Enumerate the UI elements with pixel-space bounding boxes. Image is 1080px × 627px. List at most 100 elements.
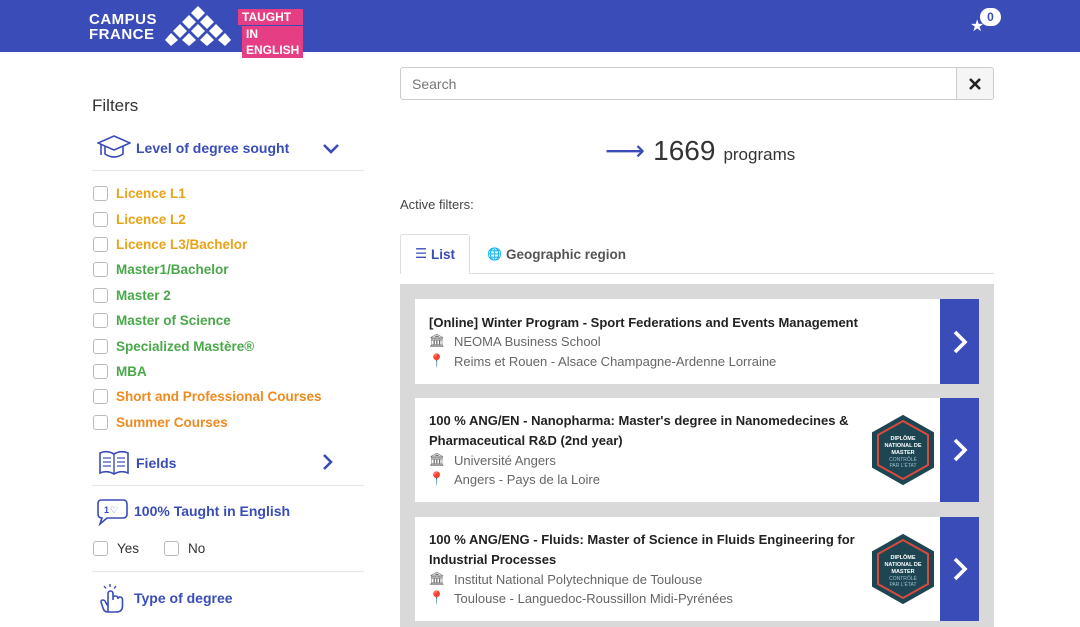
taught-in-english-tag: TAUGHT IN ENGLISH bbox=[238, 9, 304, 58]
level-option-label: Licence L2 bbox=[116, 211, 186, 227]
level-option-label: Master 2 bbox=[116, 287, 171, 303]
program-count: ⟶ 1669 programs bbox=[605, 134, 795, 167]
active-filters-label: Active filters: bbox=[400, 197, 474, 212]
map-marker-icon: 📍 bbox=[428, 471, 446, 486]
filter-type-degree-header[interactable]: Type of degree bbox=[94, 582, 233, 614]
divider bbox=[92, 571, 364, 572]
program-card[interactable]: 100 % ANG/EN - Nanopharma: Master's degr… bbox=[415, 398, 941, 502]
chevron-right-icon bbox=[953, 557, 968, 581]
filter-level-label: Level of degree sought bbox=[136, 140, 290, 156]
program-card[interactable]: [Online] Winter Program - Sport Federati… bbox=[415, 299, 941, 384]
master-degree-badge-icon: DIPLÔME NATIONAL DE MASTER CONTRÔLÉ PAR … bbox=[872, 533, 934, 605]
level-checkbox[interactable] bbox=[93, 389, 108, 405]
clear-search-button[interactable] bbox=[956, 67, 994, 100]
level-checkbox[interactable] bbox=[93, 211, 108, 227]
open-program-button[interactable] bbox=[940, 299, 979, 384]
svg-text:DIPLÔME: DIPLÔME bbox=[890, 553, 915, 561]
graduation-cap-icon bbox=[96, 132, 132, 164]
top-navbar: CAMPUS FRANCE TAUGHT IN ENGLISH ★ 0 bbox=[0, 0, 1080, 58]
no-label: No bbox=[188, 541, 206, 556]
open-program-button[interactable] bbox=[940, 517, 979, 621]
program-location: 📍 Toulouse - Languedoc-Roussillon Midi-P… bbox=[428, 590, 733, 606]
map-marker-icon: 📍 bbox=[428, 353, 446, 368]
program-title[interactable]: 100 % ANG/ENG - Fluids: Master of Scienc… bbox=[429, 530, 869, 569]
level-option[interactable]: Short and Professional Courses bbox=[93, 384, 322, 409]
tab-geo-label: Geographic region bbox=[505, 246, 626, 262]
level-option[interactable]: Specialized Mastère® bbox=[93, 333, 322, 358]
list-icon: ☰ bbox=[414, 246, 428, 261]
filter-level-header[interactable]: Level of degree sought bbox=[96, 132, 289, 164]
level-option-label: Licence L3/Bachelor bbox=[116, 236, 248, 252]
level-checkbox[interactable] bbox=[93, 262, 108, 278]
divider bbox=[92, 485, 364, 486]
chevron-right-icon bbox=[953, 438, 968, 462]
level-option-label: Summer Courses bbox=[116, 414, 228, 430]
filter-fields-header[interactable]: Fields bbox=[96, 447, 176, 479]
program-school: 🏛 Université Angers bbox=[428, 452, 556, 468]
level-checkbox[interactable] bbox=[93, 414, 108, 430]
institution-icon: 🏛 bbox=[428, 452, 446, 467]
search-input[interactable] bbox=[400, 67, 957, 100]
level-checkbox[interactable] bbox=[93, 186, 108, 202]
english-yes-no-options: Yes No bbox=[93, 541, 205, 556]
arrow-right-icon: ⟶ bbox=[605, 135, 646, 166]
chevron-right-icon[interactable] bbox=[318, 452, 338, 472]
no-checkbox[interactable] bbox=[164, 541, 180, 556]
globe-icon: 🌐 bbox=[487, 247, 502, 261]
level-option-label: Licence L1 bbox=[116, 186, 186, 202]
program-school: 🏛 NEOMA Business School bbox=[428, 333, 601, 349]
program-count-number: 1669 bbox=[653, 135, 716, 166]
level-option[interactable]: Licence L2 bbox=[93, 206, 322, 231]
level-option[interactable]: Master1/Bachelor bbox=[93, 257, 322, 282]
view-tabs: ☰ List 🌐 Geographic region bbox=[400, 234, 994, 274]
level-option-label: Specialized Mastère® bbox=[116, 338, 255, 354]
tab-list[interactable]: ☰ List bbox=[400, 234, 470, 274]
level-checkbox[interactable] bbox=[93, 236, 108, 252]
svg-text:NATIONAL DE: NATIONAL DE bbox=[884, 562, 921, 568]
tab-geographic-region[interactable]: 🌐 Geographic region bbox=[487, 234, 626, 274]
program-title[interactable]: [Online] Winter Program - Sport Federati… bbox=[429, 313, 869, 333]
book-icon bbox=[96, 447, 132, 479]
svg-text:NATIONAL DE: NATIONAL DE bbox=[884, 443, 921, 449]
program-title[interactable]: 100 % ANG/EN - Nanopharma: Master's degr… bbox=[429, 411, 869, 450]
level-option[interactable]: Licence L3/Bachelor bbox=[93, 232, 322, 257]
yes-checkbox[interactable] bbox=[93, 541, 108, 556]
level-checkbox[interactable] bbox=[93, 338, 108, 354]
level-option-label: Master of Science bbox=[116, 313, 231, 329]
level-option[interactable]: MBA bbox=[93, 359, 322, 384]
map-marker-icon: 📍 bbox=[428, 590, 446, 605]
level-checkbox[interactable] bbox=[93, 363, 108, 379]
level-checkbox[interactable] bbox=[93, 287, 108, 303]
favorites-button[interactable]: ★ 0 bbox=[968, 8, 1004, 40]
svg-text:PAR L'ÉTAT: PAR L'ÉTAT bbox=[889, 462, 916, 469]
logo-diamond-icon bbox=[165, 6, 231, 46]
institution-icon: 🏛 bbox=[428, 571, 446, 586]
svg-text:1: 1 bbox=[104, 505, 109, 515]
level-option[interactable]: Summer Courses bbox=[93, 410, 322, 435]
level-checkbox[interactable] bbox=[93, 313, 108, 329]
svg-text:PAR L'ÉTAT: PAR L'ÉTAT bbox=[889, 581, 916, 588]
divider bbox=[92, 170, 364, 171]
level-option[interactable]: Master of Science bbox=[93, 308, 322, 333]
level-option[interactable]: Licence L1 bbox=[93, 181, 322, 206]
institution-icon: 🏛 bbox=[428, 333, 446, 348]
program-location: 📍 Reims et Rouen - Alsace Champagne-Arde… bbox=[428, 353, 777, 369]
program-school: 🏛 Institut National Polytechnique de Tou… bbox=[428, 571, 703, 587]
filter-english-header[interactable]: 1 ♡ 100% Taught in English bbox=[94, 495, 290, 527]
master-degree-badge-icon: DIPLÔME NATIONAL DE MASTER CONTRÔLÉ PAR … bbox=[872, 414, 934, 486]
program-count-unit: programs bbox=[723, 145, 796, 164]
chevron-down-icon[interactable] bbox=[321, 139, 341, 159]
svg-text:CONTRÔLÉ: CONTRÔLÉ bbox=[889, 575, 917, 582]
filter-type-degree-label: Type of degree bbox=[134, 590, 233, 606]
program-card[interactable]: 100 % ANG/ENG - Fluids: Master of Scienc… bbox=[415, 517, 941, 621]
svg-text:DIPLÔME: DIPLÔME bbox=[890, 434, 915, 442]
svg-text:MASTER: MASTER bbox=[891, 569, 914, 575]
level-option[interactable]: Master 2 bbox=[93, 283, 322, 308]
favorites-count-badge: 0 bbox=[980, 8, 1001, 26]
level-option-label: Short and Professional Courses bbox=[116, 389, 322, 405]
svg-text:CONTRÔLÉ: CONTRÔLÉ bbox=[889, 456, 917, 463]
hand-pointer-icon bbox=[94, 582, 130, 614]
level-option-label: MBA bbox=[116, 363, 147, 379]
open-program-button[interactable] bbox=[940, 398, 979, 502]
svg-text:♡: ♡ bbox=[110, 505, 118, 515]
